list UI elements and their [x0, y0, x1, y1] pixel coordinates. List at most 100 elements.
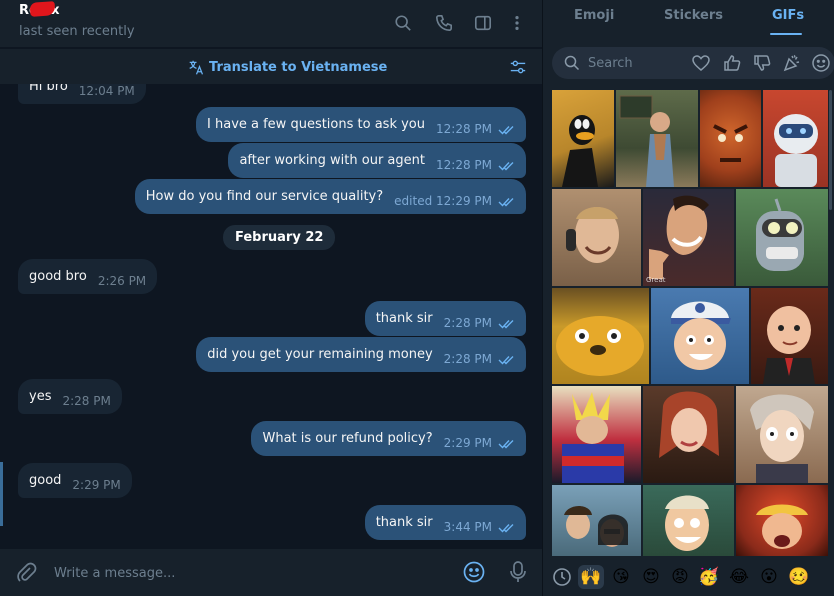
phone-icon[interactable] — [433, 12, 455, 34]
emoji-category-angry[interactable]: 😡 — [667, 565, 693, 589]
translate-settings-icon[interactable] — [509, 58, 527, 76]
emoji-category-surprised[interactable]: 😮 — [756, 565, 782, 589]
emoji-category-heart-eyes[interactable]: 😍 — [638, 565, 664, 589]
gif-thumbnail[interactable] — [763, 90, 828, 187]
cartoon-face-icon — [756, 504, 808, 549]
message-text: Hi bro — [29, 84, 68, 94]
message-time: 2:29 PM — [72, 477, 121, 492]
message-bubble-outgoing[interactable]: What is our refund policy? 2:29 PM — [251, 421, 526, 456]
read-checkmarks-icon — [498, 160, 515, 171]
recent-clock-icon[interactable] — [552, 567, 572, 587]
contact-status: last seen recently — [19, 24, 135, 39]
message-time: 2:29 PM — [443, 435, 492, 450]
emoji-category-kiss[interactable]: 😘 — [608, 565, 634, 589]
read-checkmarks-icon — [498, 124, 515, 135]
search-icon[interactable] — [392, 12, 414, 34]
gif-thumbnail[interactable] — [616, 90, 698, 187]
gif-thumbnail[interactable] — [643, 485, 734, 556]
message-bubble-outgoing[interactable]: How do you find our service quality? edi… — [134, 179, 526, 214]
gif-thumbnail[interactable] — [552, 90, 614, 187]
date-separator: February 22 — [223, 225, 336, 250]
message-text: What is our refund policy? — [262, 431, 433, 446]
tab-gifs[interactable]: GIFs — [772, 8, 804, 23]
microphone-icon[interactable] — [508, 560, 528, 584]
message-bubble-outgoing[interactable]: thank sir 2:28 PM — [364, 301, 526, 336]
dipper-pines-icon — [671, 301, 731, 370]
gif-thumbnail[interactable] — [700, 90, 761, 187]
read-checkmarks-icon — [498, 438, 515, 449]
message-text: did you get your remaining money — [207, 347, 433, 362]
emoji-sticker-gif-panel: Emoji Stickers GIFs Search Great 🙌 😘 😍 😡… — [542, 0, 834, 596]
message-time: edited 12:29 PM — [394, 193, 492, 208]
gif-thumbnail[interactable] — [736, 386, 828, 483]
emoji-category-woozy[interactable]: 🥴 — [786, 565, 812, 589]
telegram-window: Re ax last seen recently — [0, 0, 834, 596]
smiley-icon[interactable] — [811, 53, 831, 73]
read-checkmarks-icon — [498, 196, 515, 207]
gif-thumbnail[interactable] — [552, 189, 641, 286]
gif-thumbnail[interactable] — [736, 485, 828, 556]
message-bubble-outgoing[interactable]: thank sir 3:44 PM — [364, 505, 526, 540]
message-text: good — [29, 473, 62, 488]
message-bubble-incoming[interactable]: good bro 2:26 PM — [18, 259, 158, 294]
message-bubble-outgoing[interactable]: did you get your remaining money 2:28 PM — [196, 337, 526, 372]
jake-the-dog-icon — [556, 316, 644, 376]
heart-icon[interactable] — [691, 53, 711, 73]
message-input[interactable] — [54, 563, 434, 583]
angry-face-icon — [713, 124, 748, 162]
gif-grid: Great — [552, 90, 828, 556]
chat-pane: Re ax last seen recently — [0, 0, 542, 596]
active-tab-indicator — [770, 33, 802, 35]
thumbs-up-icon[interactable] — [722, 53, 742, 73]
panel-scrollbar[interactable] — [829, 90, 832, 210]
emoji-category-raising-hands[interactable]: 🙌 — [578, 565, 604, 589]
gif-thumbnail[interactable] — [552, 485, 641, 556]
message-text: after working with our agent — [239, 153, 425, 168]
tab-stickers[interactable]: Stickers — [664, 8, 723, 23]
gif-thumbnail[interactable] — [552, 386, 641, 483]
panel-tabs: Emoji Stickers GIFs — [543, 0, 834, 36]
message-time: 2:28 PM — [443, 351, 492, 366]
translate-button[interactable]: Translate to Vietnamese — [188, 58, 387, 76]
sidebar-toggle-icon[interactable] — [472, 12, 494, 34]
smiling-man-icon — [566, 207, 619, 263]
message-text: I have a few questions to ask you — [207, 117, 425, 132]
tab-emoji[interactable]: Emoji — [574, 8, 614, 23]
daffy-duck-icon — [562, 115, 598, 187]
gif-search-input[interactable] — [588, 54, 678, 72]
message-bubble-outgoing[interactable]: after working with our agent 12:28 PM — [228, 143, 526, 178]
message-bubble-outgoing[interactable]: I have a few questions to ask you 12:28 … — [196, 107, 526, 142]
translate-bar: Translate to Vietnamese — [0, 48, 542, 84]
attach-icon[interactable] — [15, 561, 37, 583]
thumbs-down-icon[interactable] — [752, 53, 772, 73]
search-icon — [564, 55, 580, 71]
selection-indicator — [0, 462, 3, 526]
people-outdoors-icon — [564, 506, 628, 547]
gif-thumbnail[interactable]: Great — [643, 189, 734, 286]
gif-thumbnail[interactable] — [736, 189, 828, 286]
gif-thumbnail[interactable] — [751, 288, 828, 384]
message-list[interactable]: Hi bro 12:04 PM I have a few questions t… — [0, 84, 542, 549]
emoji-category-party[interactable]: 🥳 — [696, 565, 722, 589]
party-icon[interactable] — [782, 53, 802, 73]
message-text: thank sir — [375, 311, 433, 326]
message-time: 2:28 PM — [62, 393, 111, 408]
more-vert-icon[interactable] — [506, 12, 528, 34]
boss-baby-icon — [763, 306, 815, 384]
message-bubble-incoming[interactable]: good 2:29 PM — [18, 463, 132, 498]
message-text: good bro — [29, 269, 87, 284]
gif-thumbnail[interactable] — [651, 288, 749, 384]
all-might-hero-icon — [562, 392, 624, 483]
emoji-icon[interactable] — [462, 560, 486, 584]
message-text: yes — [29, 389, 52, 404]
gif-thumbnail[interactable] — [552, 288, 649, 384]
woman-portrait-icon — [659, 391, 719, 458]
gif-thumbnail[interactable] — [643, 386, 734, 483]
message-bubble-incoming[interactable]: Hi bro 12:04 PM — [18, 84, 146, 104]
emoji-category-laughing[interactable]: 😂 — [726, 565, 752, 589]
gif-search-bar — [552, 47, 834, 79]
message-time: 3:44 PM — [443, 519, 492, 534]
robot-icon — [774, 114, 818, 187]
message-time: 12:28 PM — [436, 157, 492, 172]
message-bubble-incoming[interactable]: yes 2:28 PM — [18, 379, 122, 414]
